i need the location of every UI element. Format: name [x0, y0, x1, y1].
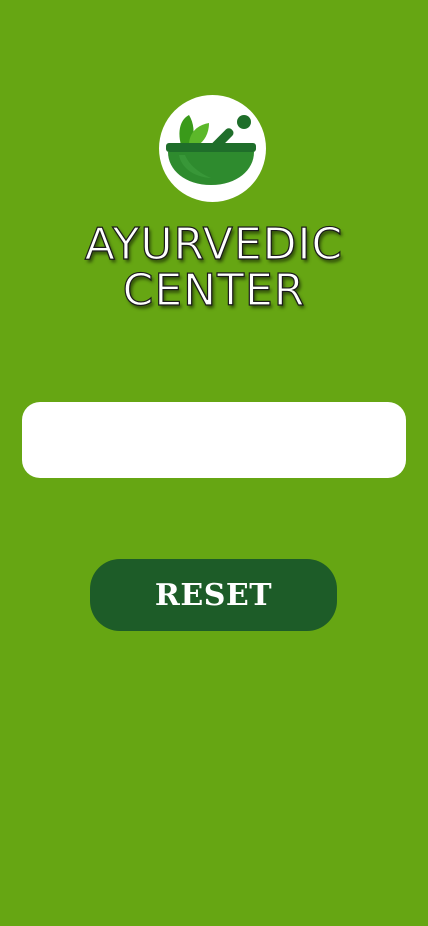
app-title: AYURVEDIC CENTER — [0, 219, 428, 316]
logo — [159, 95, 266, 202]
text-input[interactable] — [22, 402, 406, 478]
app-title-line-1: AYURVEDIC — [84, 219, 344, 270]
reset-button[interactable]: RESET — [90, 559, 337, 631]
mortar-pestle-leaves-icon — [166, 115, 256, 185]
app-title-line-2: CENTER — [122, 265, 306, 316]
